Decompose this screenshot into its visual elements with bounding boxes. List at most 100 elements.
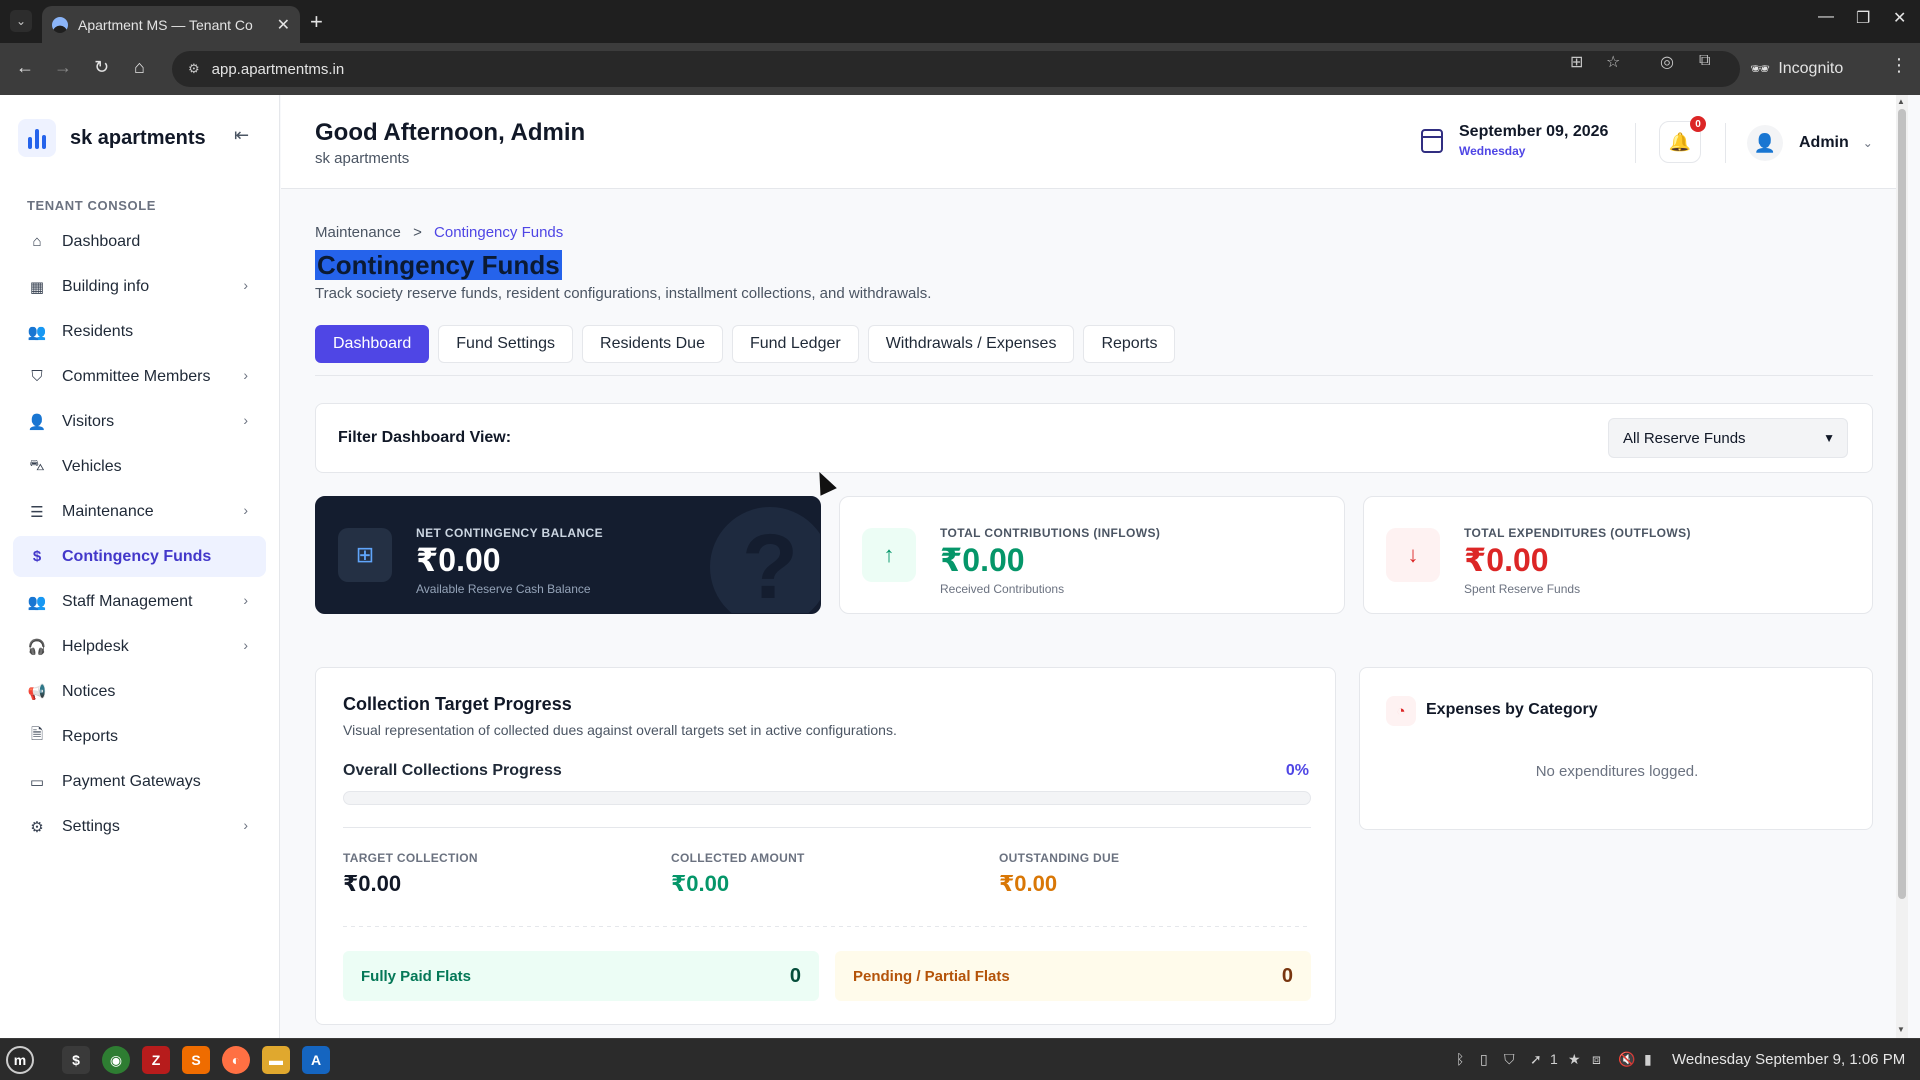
network-icon[interactable]: ⧈ — [1592, 1051, 1601, 1068]
progress-divider — [343, 827, 1311, 828]
brand-name: sk apartments — [70, 126, 206, 149]
new-tab-plus-icon[interactable]: + — [310, 9, 323, 35]
rocket-icon[interactable]: ➚ — [1530, 1051, 1542, 1068]
chevron-right-icon: › — [243, 367, 248, 383]
breadcrumb-parent[interactable]: Maintenance — [315, 224, 401, 241]
stat-subtext: Available Reserve Cash Balance — [416, 582, 591, 596]
color-extension-icon[interactable]: ◎ — [1660, 52, 1674, 72]
collection-progress-card: Collection Target Progress Visual repres… — [315, 667, 1336, 1025]
clipboard-icon[interactable]: ▯ — [1480, 1051, 1488, 1068]
incognito-indicator[interactable]: 🕶 Incognito — [1750, 51, 1843, 87]
window-close-icon[interactable]: ✕ — [1893, 8, 1906, 28]
sidebar-item-contingency-funds[interactable]: $ Contingency Funds — [13, 536, 266, 577]
system-menu-icon[interactable]: m — [6, 1046, 34, 1074]
chrome-icon[interactable]: ◉ — [102, 1046, 130, 1074]
tab-withdrawals-expenses[interactable]: Withdrawals / Expenses — [867, 325, 1075, 363]
main-content: Good Afternoon, Admin sk apartments Sept… — [281, 95, 1908, 1038]
tab-fund-ledger[interactable]: Fund Ledger — [731, 325, 859, 363]
fully-paid-count: 0 — [789, 964, 801, 987]
firefox-icon[interactable]: ◐ — [222, 1046, 250, 1074]
files-folder-icon[interactable]: ▬ — [262, 1046, 290, 1074]
document-icon: 🗎 — [30, 726, 44, 743]
browser-tab[interactable]: Apartment MS — Tenant Co ✕ — [42, 6, 300, 43]
sidebar-item-staff-management[interactable]: 👥 Staff Management › — [13, 581, 266, 622]
overall-progress-label: Overall Collections Progress — [343, 762, 562, 779]
sidebar-nav: ⌂ Dashboard ▦ Building info › 👥 Resident… — [13, 221, 266, 851]
metric-label: OUTSTANDING DUE — [999, 851, 1120, 865]
bell-icon: 🔔 — [1668, 131, 1692, 152]
users-icon: 👥 — [27, 323, 47, 341]
brand-logo-icon — [18, 119, 56, 157]
sublime-icon[interactable]: S — [182, 1046, 210, 1074]
filter-label: Filter Dashboard View: — [338, 429, 512, 446]
terminal-icon[interactable]: $ — [62, 1046, 90, 1074]
home-icon[interactable]: ⌂ — [134, 57, 145, 78]
user-menu[interactable]: 👤 Admin ⌄ — [1747, 125, 1873, 161]
notifications-button[interactable]: 🔔 0 — [1659, 116, 1706, 163]
greeting-subtitle: sk apartments — [315, 150, 410, 167]
grid-icon: ▦ — [29, 278, 45, 296]
tab-dashboard[interactable]: Dashboard — [315, 325, 430, 363]
brand[interactable]: sk apartments — [18, 119, 206, 157]
tab-fund-settings[interactable]: Fund Settings — [438, 325, 574, 363]
extensions-puzzle-icon[interactable]: ⧉ — [1699, 52, 1710, 70]
url-text: app.apartmentms.in — [211, 60, 345, 78]
app-launcher-icon[interactable]: A — [302, 1046, 330, 1074]
bluetooth-icon[interactable]: ᛒ — [1456, 1051, 1464, 1067]
scrollbar-thumb[interactable] — [1898, 109, 1906, 899]
browser-menu-icon[interactable]: ⋮ — [1890, 55, 1908, 76]
sidebar-item-reports[interactable]: 🗎 Reports — [13, 716, 266, 757]
minimize-icon[interactable]: — — [1818, 8, 1834, 26]
tab-favicon-icon — [52, 16, 68, 33]
page-scrollbar[interactable]: ▲ ▼ — [1896, 95, 1908, 1038]
select-value: All Reserve Funds — [1623, 429, 1746, 447]
volume-muted-icon[interactable]: 🔇 — [1618, 1051, 1635, 1068]
sidebar-item-building-info[interactable]: ▦ Building info › — [13, 266, 266, 307]
sidebar-item-label: Contingency Funds — [62, 547, 212, 565]
avatar-user-icon: 👤 — [1747, 125, 1783, 161]
home-icon: ⌂ — [32, 233, 42, 250]
battery-icon[interactable]: ▮ — [1644, 1051, 1652, 1068]
site-info-icon[interactable]: ⚙ — [188, 61, 200, 77]
shield-tray-icon[interactable]: ⛉ — [1504, 1051, 1515, 1068]
forward-arrow-icon[interactable]: → — [54, 57, 72, 78]
expenditures-card: ↓ TOTAL EXPENDITURES (OUTFLOWS) ₹0.00 Sp… — [1363, 496, 1873, 614]
stat-label: NET CONTINGENCY BALANCE — [416, 526, 603, 540]
sidebar-item-maintenance[interactable]: ☰ Maintenance › — [13, 491, 266, 532]
sidebar-item-dashboard[interactable]: ⌂ Dashboard — [13, 221, 266, 262]
metric-value: ₹0.00 — [671, 871, 730, 896]
star-icon[interactable]: ★ — [1568, 1051, 1581, 1068]
scroll-up-arrow-icon[interactable]: ▲ — [1897, 97, 1905, 106]
sidebar-item-residents[interactable]: 👥 Residents — [13, 311, 266, 352]
sidebar-item-committee-members[interactable]: ⛉ Committee Members › — [13, 356, 266, 397]
tab-search-chevron-icon[interactable]: ⌄ — [10, 10, 32, 32]
tab-close-icon[interactable]: ✕ — [277, 15, 290, 35]
address-bar[interactable]: ⚙ app.apartmentms.in — [172, 51, 1740, 87]
taskbar-clock[interactable]: Wednesday September 9, 1:06 PM — [1672, 1051, 1905, 1068]
bookmark-star-icon[interactable]: ☆ — [1606, 52, 1620, 72]
sidebar-item-helpdesk[interactable]: 🎧 Helpdesk › — [13, 626, 266, 667]
sidebar-item-vehicles[interactable]: ⛍ Vehicles — [13, 446, 266, 487]
back-arrow-icon[interactable]: ← — [16, 57, 34, 78]
scroll-down-arrow-icon[interactable]: ▼ — [1897, 1025, 1905, 1034]
current-weekday: Wednesday — [1459, 144, 1526, 158]
gear-icon: ⚙ — [30, 818, 44, 836]
pie-chart-icon: ◔ — [1386, 696, 1416, 726]
translate-icon[interactable]: ⊞ — [1570, 52, 1583, 72]
sidebar-item-notices[interactable]: 📢 Notices — [13, 671, 266, 712]
stat-value: ₹0.00 — [940, 542, 1025, 578]
reload-icon[interactable]: ↻ — [94, 57, 109, 78]
reserve-fund-select[interactable]: All Reserve Funds ▼ — [1608, 418, 1848, 458]
collapse-sidebar-arrow-icon[interactable]: ⇤ — [234, 125, 249, 146]
server-icon: ☰ — [30, 503, 44, 521]
tab-residents-due[interactable]: Residents Due — [582, 325, 723, 363]
sidebar-item-visitors[interactable]: 👤 Visitors › — [13, 401, 266, 442]
sidebar-item-settings[interactable]: ⚙ Settings › — [13, 806, 266, 847]
stat-subtext: Spent Reserve Funds — [1464, 582, 1581, 596]
maximize-icon[interactable]: ❐ — [1856, 8, 1870, 28]
sidebar-item-payment-gateways[interactable]: ▭ Payment Gateways — [13, 761, 266, 802]
pending-count: 0 — [1281, 964, 1293, 987]
tab-reports[interactable]: Reports — [1083, 325, 1176, 363]
filezilla-icon[interactable]: Z — [142, 1046, 170, 1074]
chevron-right-icon: › — [243, 277, 248, 293]
